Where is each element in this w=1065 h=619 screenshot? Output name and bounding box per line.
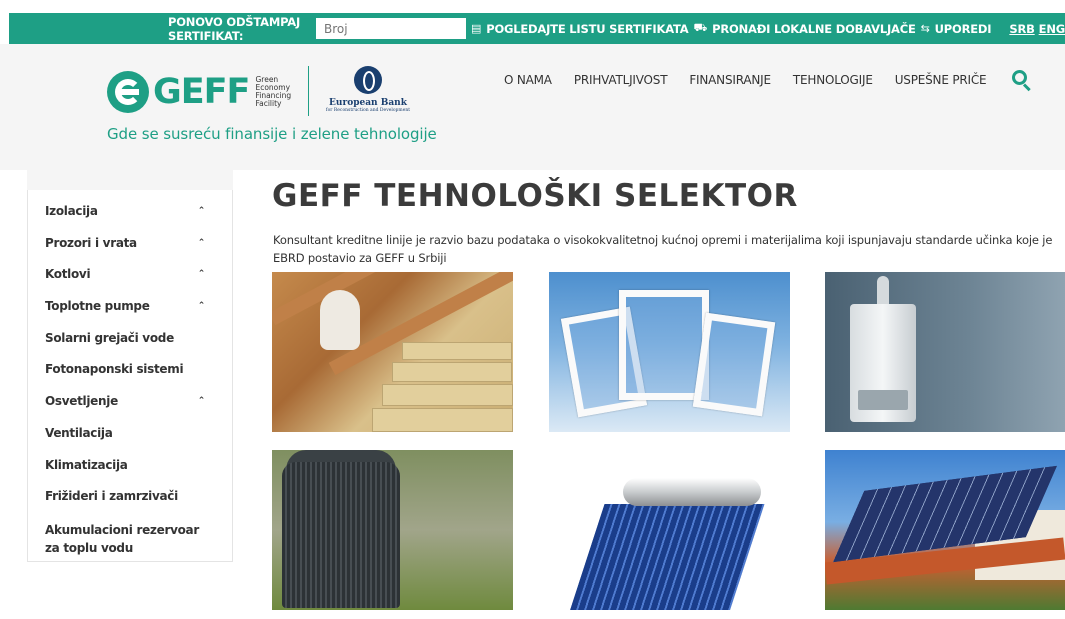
technology-list: Izolacija ⌃ Prozori i vrata ⌃ Kotlovi ⌃ Top…: [28, 204, 232, 561]
language-eng-link[interactable]: ENG: [1039, 22, 1065, 36]
ebrd-logo: European Bank for Reconstruction and Dev…: [318, 66, 418, 113]
geff-logo-text: GEFF: [153, 71, 250, 112]
logo-divider: [308, 66, 309, 116]
ebrd-name: European Bank: [329, 98, 407, 108]
compare-link[interactable]: ⇆ UPOREDI: [921, 22, 992, 36]
technology-sidebar: Izolacija ⌃ Prozori i vrata ⌃ Kotlovi ⌃ Top…: [27, 170, 233, 562]
nav-finansiranje[interactable]: FINANSIRANJE: [689, 73, 771, 87]
page-title: GEFF TEHNOLOŠKI SELEKTOR: [272, 178, 798, 214]
site-header: GEFF Green Economy Financing Facility Eu…: [0, 44, 1065, 170]
sidebar-item-akumulacioni-rezervoar[interactable]: Akumulacioni rezervoar za toplu vodu: [45, 521, 215, 561]
sidebar-item-fotonaponski[interactable]: Fotonaponski sistemi: [45, 362, 215, 394]
tile-solar-water-heaters[interactable]: [549, 450, 790, 610]
sidebar-item-toplotne-pumpe[interactable]: Toplotne pumpe ⌃: [45, 299, 215, 331]
nav-uspesne-price[interactable]: USPEŠNE PRIČE: [895, 73, 987, 87]
ebrd-emblem-icon: [354, 66, 382, 94]
certificate-number-input[interactable]: [316, 18, 467, 39]
geff-logo-icon: [107, 71, 149, 113]
language-srb-link[interactable]: SRB: [1009, 22, 1035, 36]
chevron-up-icon[interactable]: ⌃: [198, 238, 206, 248]
chevron-up-icon[interactable]: ⌃: [198, 396, 206, 406]
view-certificates-label: POGLEDAJTE LISTU SERTIFIKATA: [486, 21, 689, 36]
tile-insulation[interactable]: [272, 272, 513, 432]
sidebar-item-izolacija[interactable]: Izolacija ⌃: [45, 204, 215, 236]
document-icon: ▤: [471, 22, 482, 35]
view-certificates-link[interactable]: ▤ POGLEDAJTE LISTU SERTIFIKATA: [471, 21, 689, 36]
chevron-up-icon[interactable]: ⌃: [198, 301, 206, 311]
nav-o-nama[interactable]: O NAMA: [504, 73, 552, 87]
tile-heat-pumps[interactable]: [272, 450, 513, 610]
sidebar-item-osvetljenje[interactable]: Osvetljenje ⌃: [45, 394, 215, 426]
sidebar-item-solarni-grejaci[interactable]: Solarni grejači vode: [45, 331, 215, 363]
top-bar: PONOVO ODŠTAMPAJ SERTIFIKAT: ▤ POGLEDAJT…: [9, 13, 1065, 44]
sidebar-item-ventilacija[interactable]: Ventilacija: [45, 426, 215, 458]
geff-logo-subtitle: Green Economy Financing Facility: [255, 75, 292, 108]
reprint-certificate-label: PONOVO ODŠTAMPAJ SERTIFIKAT:: [168, 14, 301, 43]
sidebar-item-prozori-i-vrata[interactable]: Prozori i vrata ⌃: [45, 236, 215, 268]
compare-label: UPOREDI: [934, 21, 992, 36]
find-suppliers-link[interactable]: ⛟ PRONAĐI LOKALNE DOBAVLJAČE: [693, 21, 915, 36]
tile-photovoltaic[interactable]: [825, 450, 1065, 610]
tagline: Gde se susreću finansije i zelene tehnol…: [107, 125, 437, 143]
find-suppliers-label: PRONAĐI LOKALNE DOBAVLJAČE: [712, 21, 916, 36]
sidebar-item-kotlovi[interactable]: Kotlovi ⌃: [45, 267, 215, 299]
sidebar-item-klimatizacija[interactable]: Klimatizacija: [45, 458, 215, 490]
sidebar-item-frizideri[interactable]: Frižideri i zamrzivači: [45, 489, 215, 521]
nav-prihvatljivost[interactable]: PRIHVATLJIVOST: [574, 73, 668, 87]
intro-text: Konsultant kreditne linije je razvio baz…: [273, 233, 1053, 265]
tile-windows[interactable]: [549, 272, 790, 432]
ebrd-subtitle: for Reconstruction and Development: [325, 108, 411, 113]
truck-icon: ⛟: [693, 21, 708, 34]
nav-tehnologije[interactable]: TEHNOLOGIJE: [793, 73, 873, 87]
search-icon[interactable]: [1012, 70, 1032, 92]
geff-logo[interactable]: GEFF Green Economy Financing Facility: [107, 71, 291, 113]
compare-icon: ⇆: [920, 22, 930, 35]
chevron-up-icon[interactable]: ⌃: [198, 269, 206, 279]
chevron-up-icon[interactable]: ⌃: [198, 206, 206, 216]
tile-boilers[interactable]: [825, 272, 1065, 432]
main-nav: O NAMA PRIHVATLJIVOST FINANSIRANJE TEHNO…: [504, 70, 1032, 92]
